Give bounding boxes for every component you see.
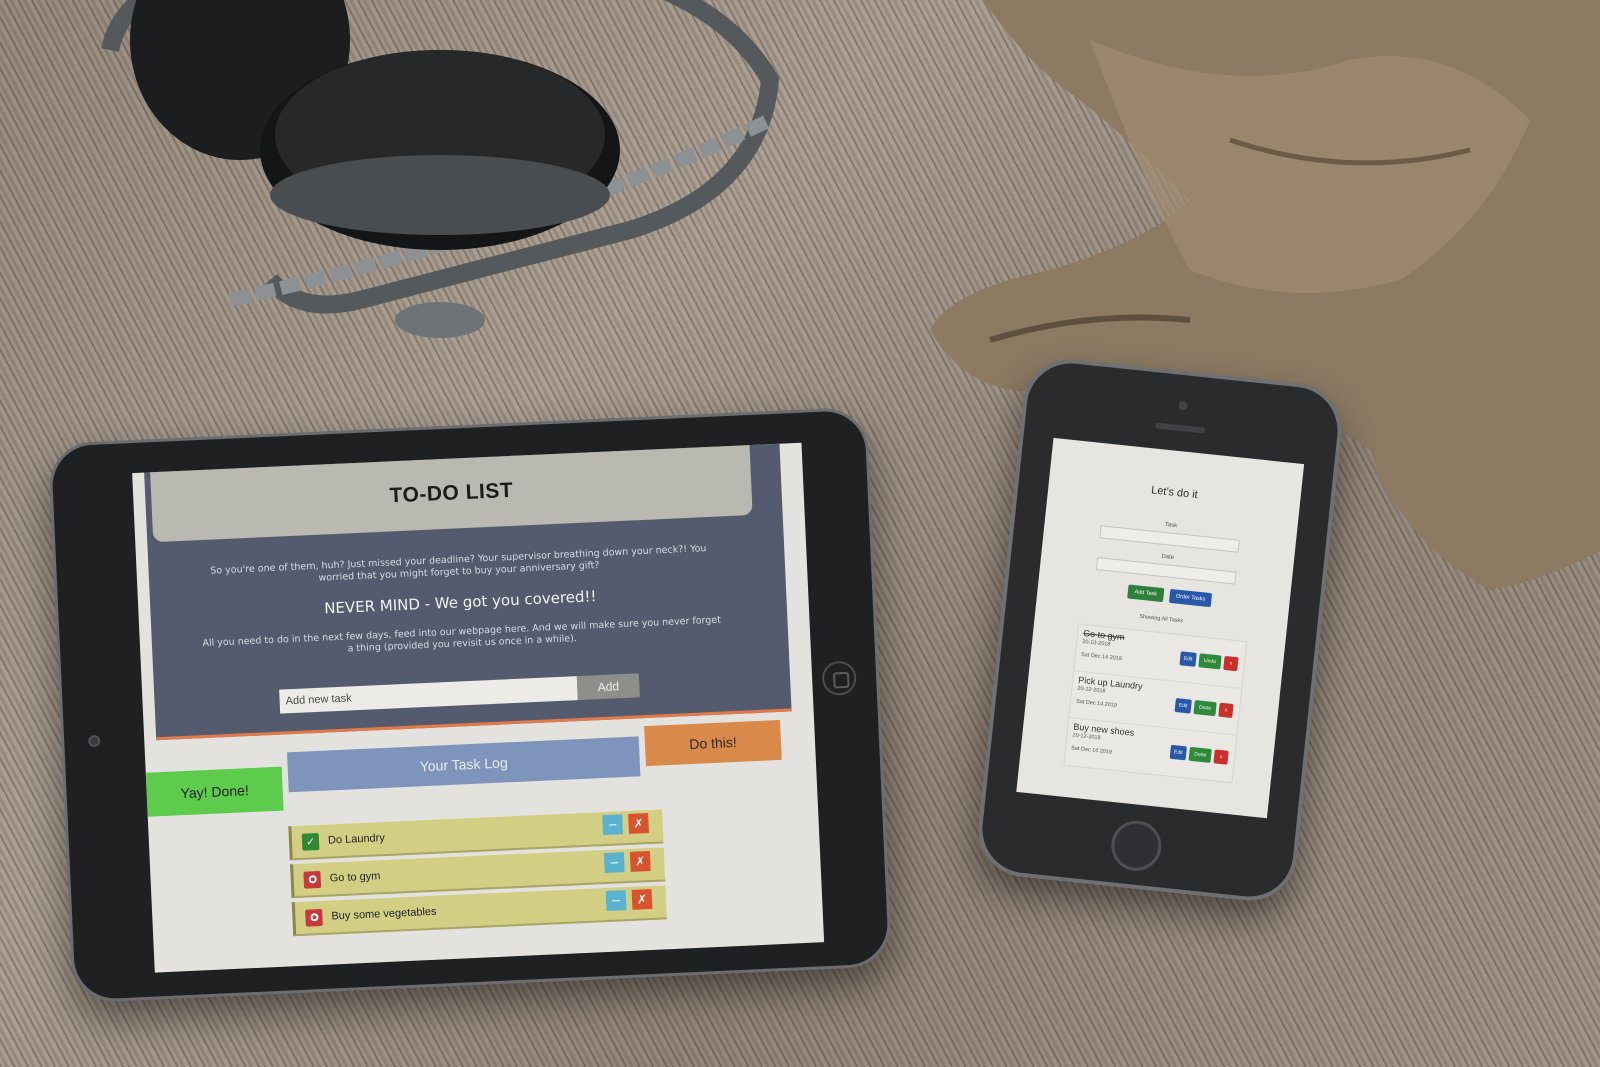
order-tasks-button[interactable]: Order Tasks	[1168, 588, 1213, 608]
task-actions: − ✗	[602, 813, 649, 836]
tab-done[interactable]: Yay! Done!	[145, 766, 284, 817]
pending-icon[interactable]	[305, 908, 323, 927]
delete-icon[interactable]: ✗	[629, 850, 651, 872]
phone-speaker	[1155, 422, 1206, 434]
tablet-home-button[interactable]	[821, 660, 857, 696]
edit-button[interactable]: Edit	[1169, 744, 1187, 761]
delete-button[interactable]: x	[1223, 655, 1239, 672]
note-text: All you need to do in the next few days,…	[202, 614, 722, 655]
minus-icon[interactable]: −	[605, 890, 627, 912]
task-label: Do Laundry	[327, 832, 386, 847]
headphones-image	[101, 0, 780, 338]
task-actions: − ✗	[603, 850, 651, 874]
delete-button[interactable]: x	[1213, 749, 1229, 765]
edit-button[interactable]: Edit	[1179, 651, 1197, 667]
minus-icon[interactable]: −	[602, 814, 624, 836]
add-task-button[interactable]: Add Task	[1127, 584, 1165, 603]
undo-button[interactable]: Undo	[1198, 653, 1222, 670]
page-title: TO-DO LIST	[389, 478, 514, 508]
tab-todo[interactable]: Do this!	[644, 719, 782, 767]
minus-icon[interactable]: −	[603, 852, 625, 874]
check-icon[interactable]: ✓	[301, 832, 320, 851]
task-actions: − ✗	[605, 888, 653, 912]
hero-section: TO-DO LIST So you're one of them, huh? J…	[144, 443, 792, 741]
delete-button[interactable]: x	[1218, 702, 1234, 719]
phone-title: Let's do it	[1150, 484, 1199, 502]
done-button[interactable]: Done	[1193, 700, 1217, 717]
edit-button[interactable]: Edit	[1174, 698, 1192, 714]
phone-screen: Let's do it Task Date Add Task Order Tas…	[1016, 437, 1305, 819]
phone-task-list: Go to gym 20-10-2018 Sat Dec 14 2019 Edi…	[1063, 623, 1248, 784]
tablet-camera	[87, 734, 101, 748]
add-button[interactable]: Add	[576, 673, 640, 701]
showing-label: Showing All Tasks	[1138, 613, 1184, 625]
task-label: Go to gym	[329, 870, 381, 885]
phone-home-button[interactable]	[1108, 818, 1164, 874]
delete-icon[interactable]: ✗	[631, 888, 653, 910]
title-bar: TO-DO LIST	[150, 445, 753, 543]
intro-text: So you're one of them, huh? Just missed …	[210, 543, 707, 584]
phone-device: Let's do it Task Date Add Task Order Tas…	[973, 354, 1347, 906]
pending-icon[interactable]	[303, 870, 322, 889]
done-button[interactable]: Done	[1188, 746, 1212, 763]
tablet-device: TO-DO LIST So you're one of them, huh? J…	[47, 406, 893, 1004]
task-list: ✓ Do Laundry − ✗ Go to gym − ✗ Buy some …	[288, 809, 667, 940]
phone-camera	[1178, 400, 1189, 411]
task-label: Buy some vegetables	[331, 905, 437, 923]
delete-icon[interactable]: ✗	[628, 813, 649, 834]
tablet-screen: TO-DO LIST So you're one of them, huh? J…	[132, 442, 825, 973]
tab-task-log[interactable]: Your Task Log	[286, 736, 641, 793]
add-task-input[interactable]	[279, 676, 578, 714]
add-task-form: Add	[279, 673, 640, 714]
